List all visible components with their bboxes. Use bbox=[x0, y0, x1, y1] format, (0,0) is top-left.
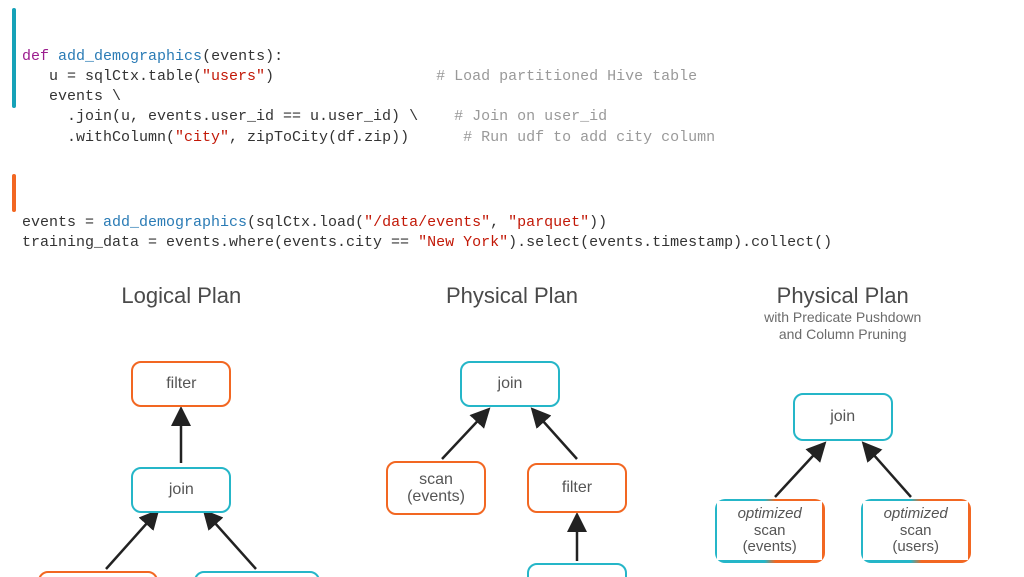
code-t: (events): bbox=[202, 48, 283, 65]
code-str-city: "city" bbox=[175, 129, 229, 146]
code2-l1d: )) bbox=[589, 214, 607, 231]
code2-l2b: ).select(events.timestamp).collect() bbox=[508, 234, 832, 251]
optimized-join-node: join bbox=[793, 393, 893, 441]
logical-plan: Logical Plan filter join bbox=[16, 279, 347, 577]
code-l3: events \ bbox=[22, 88, 121, 105]
code2-str1: "/data/events" bbox=[364, 214, 490, 231]
code2-fn: add_demographics bbox=[103, 214, 247, 231]
logical-plan-title: Logical Plan bbox=[121, 283, 241, 309]
logical-filter-node: filter bbox=[131, 361, 231, 407]
code2-l1b: (sqlCtx.load( bbox=[247, 214, 364, 231]
optimized-scan-users-node: optimized scan (users) bbox=[861, 499, 971, 563]
opt-users-rest: scan (users) bbox=[892, 522, 939, 556]
optimized-plan-subtitle: with Predicate Pushdown and Column Pruni… bbox=[764, 309, 921, 343]
physical-plan-title: Physical Plan bbox=[446, 283, 578, 309]
code-kw-def: def bbox=[22, 48, 49, 65]
logical-users-table-node: users table bbox=[194, 571, 320, 577]
optimized-scan-events-node: optimized scan (events) bbox=[715, 499, 825, 563]
physical-arrows bbox=[362, 311, 662, 577]
code-block-call: events = add_demographics(sqlCtx.load("/… bbox=[12, 172, 1012, 273]
opt-users-intro: optimized bbox=[884, 505, 948, 522]
code2-l1c: , bbox=[490, 214, 508, 231]
code-fn-name: add_demographics bbox=[58, 48, 202, 65]
code-l2b: ) bbox=[265, 68, 274, 85]
physical-scan-events-node: scan (events) bbox=[386, 461, 486, 515]
code-cmt2: # Join on user_id bbox=[454, 108, 607, 125]
code-l2a: u = sqlCtx.table( bbox=[22, 68, 202, 85]
physical-plan: Physical Plan join scan (event bbox=[347, 279, 678, 577]
code-l4: .join(u, events.user_id == u.user_id) \ bbox=[22, 108, 418, 125]
physical-scan-users-node: scan (users) bbox=[527, 563, 627, 577]
logical-events-file-node: events file bbox=[38, 571, 158, 577]
code-bar-teal bbox=[12, 8, 16, 108]
code2-l2a: training_data = events.where(events.city… bbox=[22, 234, 418, 251]
opt-events-rest: scan (events) bbox=[743, 522, 797, 556]
logical-arrows bbox=[26, 311, 336, 577]
code2-l1a: events = bbox=[22, 214, 103, 231]
logical-join-node: join bbox=[131, 467, 231, 513]
code2-str2: "parquet" bbox=[508, 214, 589, 231]
opt-events-intro: optimized bbox=[738, 505, 802, 522]
code-l5b: , zipToCity(df.zip)) bbox=[229, 129, 409, 146]
physical-join-node: join bbox=[460, 361, 560, 407]
code-l5a: .withColumn( bbox=[22, 129, 175, 146]
optimized-plan-title: Physical Plan bbox=[777, 283, 909, 309]
code-str-users: "users" bbox=[202, 68, 265, 85]
code-cmt3: # Run udf to add city column bbox=[463, 129, 715, 146]
physical-filter-node: filter bbox=[527, 463, 627, 513]
code-cmt1: # Load partitioned Hive table bbox=[436, 68, 697, 85]
code2-str-ny: "New York" bbox=[418, 234, 508, 251]
code-block-def: def add_demographics(events): u = sqlCtx… bbox=[12, 6, 1012, 168]
code-bar-orange bbox=[12, 174, 16, 212]
optimized-plan: Physical Plan with Predicate Pushdown an… bbox=[677, 279, 1008, 577]
